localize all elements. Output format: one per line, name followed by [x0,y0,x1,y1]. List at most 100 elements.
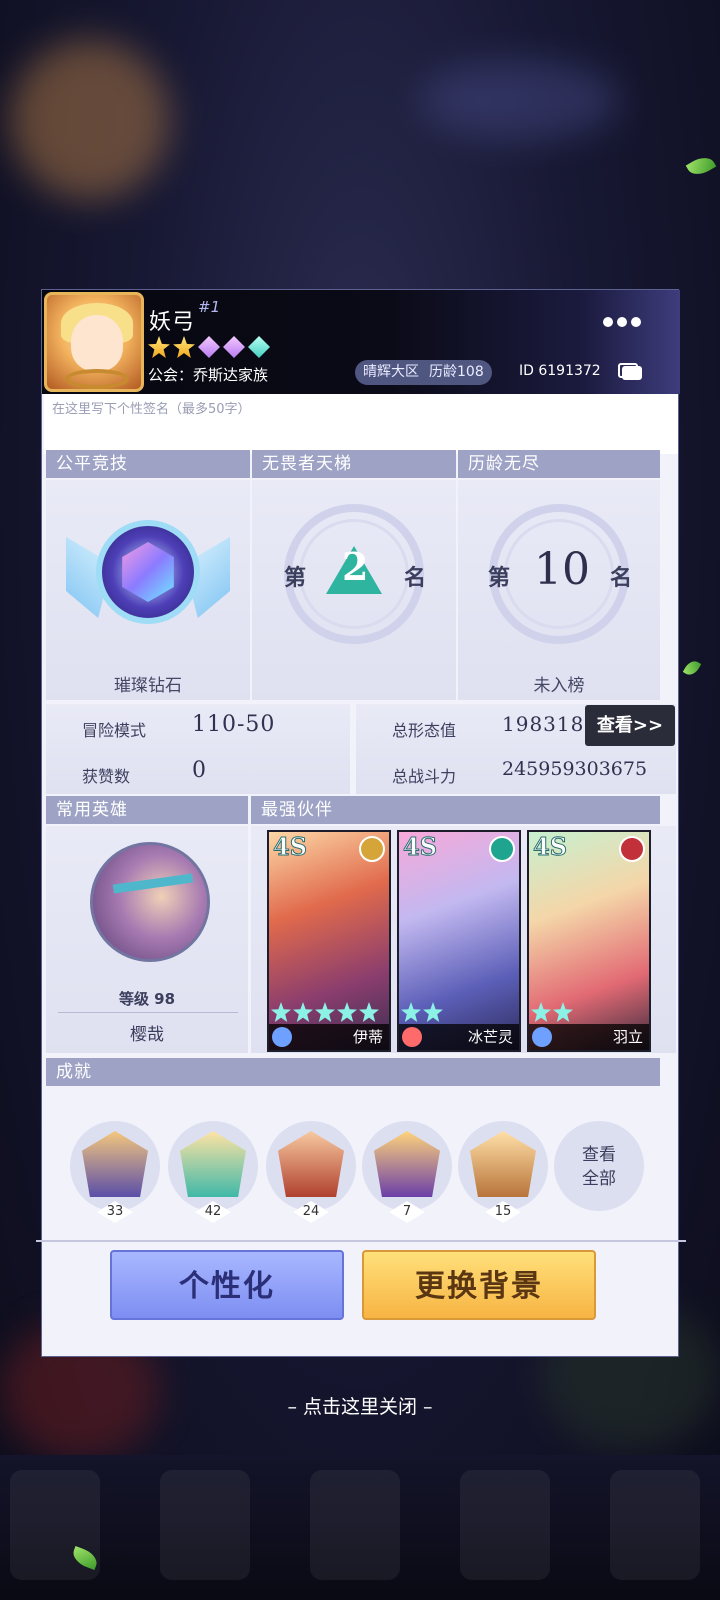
star-icon [271,1002,291,1022]
power-label: 总战斗力 [392,767,457,786]
player-guild: 公会：乔斯达家族 [148,366,269,384]
leaf-decoration [685,152,717,180]
endless-rank-label: 未入榜 [533,676,585,696]
hero-divider [58,1012,238,1013]
section-endless: 历龄无尽 [458,450,660,478]
background-nav-tab [310,1470,400,1580]
divider [36,1240,686,1242]
view-all-achievements-button[interactable]: 查看全部 [554,1121,644,1211]
star-icon [531,1002,551,1022]
section-fair-competition: 公平竞技 [46,450,250,478]
server-name: 晴辉大区 [363,364,419,380]
achievement-medal[interactable]: 7 [362,1121,452,1223]
medal-count: 7 [389,1201,425,1223]
player-name: 妖弓 [149,310,196,335]
player-rank-tag: #1 [198,298,221,316]
fair-rank-label: 璀璨钻石 [114,676,182,696]
background-nav-tab [460,1470,550,1580]
bow-medal-icon [82,1131,148,1197]
medal-count: 15 [485,1201,521,1223]
adventure-stats-card: 冒险模式 110-50 获赞数 0 [46,704,350,794]
achievement-medal[interactable]: 24 [266,1121,356,1223]
partner-grade: 4S [272,832,308,862]
fist-medal-icon [180,1131,246,1197]
endless-rank-card[interactable]: 10 第 名 未入榜 [458,480,660,700]
star-icon [553,1002,573,1022]
signature-field[interactable]: 在这里写下个性签名（最多50字） [44,394,678,454]
background-glow [420,60,620,140]
hero-portrait [90,842,210,962]
achievement-medal[interactable]: 42 [168,1121,258,1223]
medal-count: 33 [97,1201,133,1223]
diamond-star-icon [198,336,220,358]
achievement-medal[interactable]: 15 [458,1121,548,1223]
copy-id-icon[interactable] [618,363,642,380]
common-hero-card[interactable]: 等级 98 樱哉 [46,826,248,1053]
background-glow [10,40,170,200]
ladder-rank-prefix: 第 [284,566,307,591]
achievement-medal[interactable]: 33 [70,1121,160,1223]
partner-stars [531,1002,573,1022]
star-icon [148,336,170,358]
hero-name: 樱哉 [130,1025,164,1045]
avatar-frame-ring [65,369,129,389]
server-badge: 晴辉大区 历龄108 [355,360,492,385]
change-background-button[interactable]: 更换背景 [362,1250,596,1320]
section-ladder: 无畏者天梯 [252,450,456,478]
shield-icon [532,1027,552,1047]
profile-header: 妖弓 #1 公会：乔斯达家族 晴辉大区 历龄108 ID 6191372 [42,290,680,394]
form-value: 198318 [502,712,585,736]
hero-level: 等级 98 [118,990,176,1008]
section-common-hero: 常用英雄 [46,796,248,824]
leaf-decoration [682,658,702,678]
partner-card[interactable]: 4S 伊蒂 [267,830,391,1052]
partner-stars [271,1002,379,1022]
view-all-label: 查看全部 [582,1145,616,1189]
avatar-face [71,315,123,371]
partner-name: 伊蒂 [352,1028,383,1046]
player-avatar[interactable] [44,292,144,392]
partner-card[interactable]: 4S 冰芒灵 [397,830,521,1052]
star-icon [315,1002,335,1022]
star-icon [337,1002,357,1022]
endless-rank-number: 10 [534,544,590,595]
partner-name: 冰芒灵 [467,1028,513,1046]
profile-panel: 妖弓 #1 公会：乔斯达家族 晴辉大区 历龄108 ID 6191372 在这里… [36,289,686,1357]
fair-rank-card[interactable]: 璀璨钻石 [46,480,250,700]
partner-list: 4S 伊蒂 4S 冰芒灵 4S 羽立 [251,826,676,1053]
player-id: ID 6191372 [519,363,601,379]
hero-headband [112,873,194,894]
star-icon [293,1002,313,1022]
close-hint[interactable]: – 点击这里关闭 – [0,1392,720,1419]
view-form-button[interactable]: 查看>> [585,705,675,746]
likes-value: 0 [192,758,207,783]
sword-icon [402,1027,422,1047]
knot-medal-icon [470,1131,536,1197]
ladder-rank-number: 2 [342,544,369,589]
ladder-rank-card[interactable]: 2 第 名 [252,480,456,700]
star-icon [173,336,195,358]
diamond-star-icon [223,336,245,358]
chain-medal-icon [374,1131,440,1197]
endless-rank-suffix: 名 [610,566,633,591]
achievement-list: 33 42 24 7 15 查看全部 [44,1087,678,1237]
player-age: 历龄108 [429,364,484,380]
likes-label: 获赞数 [82,767,131,786]
personalize-button[interactable]: 个性化 [110,1250,344,1320]
background-nav-tab [160,1470,250,1580]
partner-card[interactable]: 4S 羽立 [527,830,651,1052]
shield-icon [272,1027,292,1047]
adventure-value: 110-50 [192,712,276,737]
diamond-star-icon [248,336,270,358]
partner-name: 羽立 [612,1028,643,1046]
medal-count: 42 [195,1201,231,1223]
partner-stars [401,1002,443,1022]
power-value: 245959303675 [502,758,648,780]
section-achievements: 成就 [46,1058,660,1086]
star-icon [359,1002,379,1022]
more-options-button[interactable] [600,312,644,332]
ladder-rank-suffix: 名 [404,566,427,591]
partner-grade: 4S [402,832,438,862]
section-best-partner: 最强伙伴 [251,796,660,824]
player-star-rating [148,336,270,358]
